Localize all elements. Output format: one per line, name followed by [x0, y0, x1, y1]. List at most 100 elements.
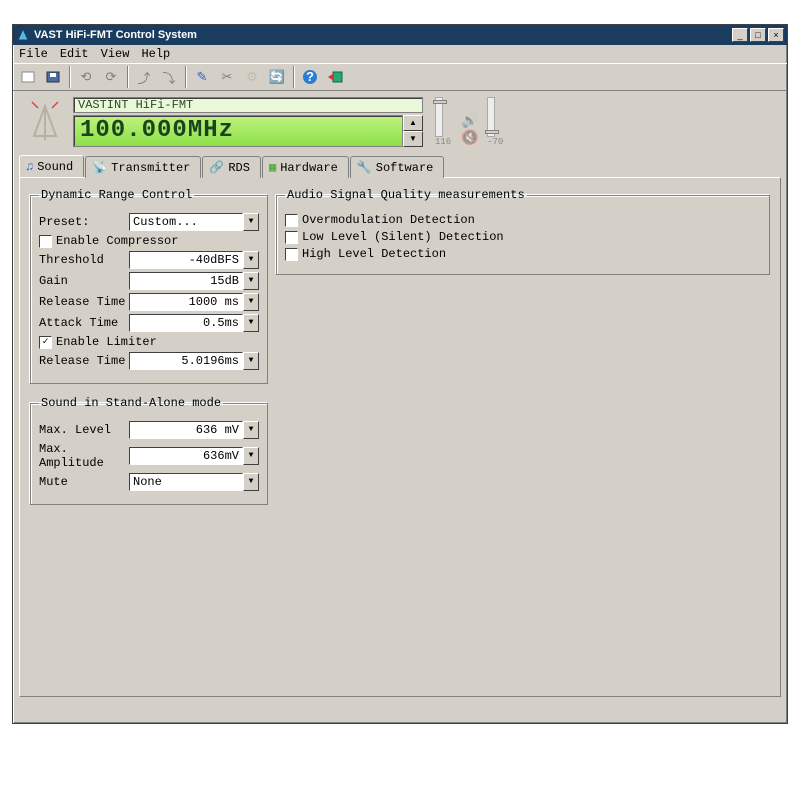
music-icon: ♫: [26, 160, 33, 174]
maxamp-label: Max. Amplitude: [39, 442, 129, 470]
gain-input[interactable]: 15dB ▼: [129, 272, 259, 290]
group-standalone: Sound in Stand-Alone mode Max. Level 636…: [30, 396, 268, 505]
menu-view[interactable]: View: [101, 47, 130, 61]
forward-icon[interactable]: ⟳: [100, 66, 122, 88]
app-icon: [16, 28, 30, 42]
menu-file[interactable]: File: [19, 47, 48, 61]
group-quality-title: Audio Signal Quality measurements: [285, 188, 527, 202]
dropdown-icon[interactable]: ▼: [243, 213, 259, 231]
maxlevel-input[interactable]: 636 mV ▼: [129, 421, 259, 439]
save-icon[interactable]: [42, 66, 64, 88]
maxamp-input[interactable]: 636mV ▼: [129, 447, 259, 465]
minimize-button[interactable]: _: [732, 28, 748, 42]
dropdown-icon[interactable]: ▼: [243, 447, 259, 465]
dropdown-icon[interactable]: ▼: [243, 272, 259, 290]
enable-limiter-checkbox[interactable]: ✓ Enable Limiter: [39, 335, 259, 349]
release1-label: Release Time: [39, 295, 129, 309]
exit-icon[interactable]: [324, 66, 346, 88]
attack-value: 0.5ms: [129, 314, 243, 332]
separator: [69, 66, 70, 88]
dropdown-icon[interactable]: ▼: [243, 473, 259, 491]
group-quality: Audio Signal Quality measurements Overmo…: [276, 188, 770, 275]
tab-transmitter[interactable]: 📡Transmitter: [85, 156, 201, 178]
mute-icon[interactable]: 🔇: [461, 130, 477, 147]
release2-value: 5.0196ms: [129, 352, 243, 370]
tool-icon[interactable]: ⚙: [241, 66, 263, 88]
freq-spinner[interactable]: ▲ ▼: [403, 115, 423, 147]
link-icon: 🔗: [209, 160, 224, 175]
lowlevel-label: Low Level (Silent) Detection: [302, 230, 504, 244]
group-standalone-title: Sound in Stand-Alone mode: [39, 396, 223, 410]
overmod-checkbox[interactable]: Overmodulation Detection: [285, 213, 761, 227]
tab-hardware-label: Hardware: [280, 161, 338, 175]
gain-label: Gain: [39, 274, 129, 288]
header-panel: VASTINT HiFi-FMT 100.000MHz ▲ ▼ 116 🔊 🔇 …: [13, 91, 787, 151]
freq-up-button[interactable]: ▲: [403, 115, 423, 131]
tab-content: Dynamic Range Control Preset: Custom... …: [19, 177, 781, 697]
close-button[interactable]: ×: [768, 28, 784, 42]
mute-select[interactable]: None ▼: [129, 473, 259, 491]
refresh-icon[interactable]: 🔄: [266, 66, 288, 88]
group-drc: Dynamic Range Control Preset: Custom... …: [30, 188, 268, 384]
lcd-display: VASTINT HiFi-FMT 100.000MHz ▲ ▼: [73, 97, 423, 147]
overmod-label: Overmodulation Detection: [302, 213, 475, 227]
volume-slider-left[interactable]: [435, 97, 443, 137]
threshold-input[interactable]: -40dBFS ▼: [129, 251, 259, 269]
dropdown-icon[interactable]: ▼: [243, 421, 259, 439]
attack-label: Attack Time: [39, 316, 129, 330]
tab-sound[interactable]: ♫ Sound: [19, 155, 84, 177]
dropdown-icon[interactable]: ▼: [243, 251, 259, 269]
enable-compressor-checkbox[interactable]: Enable Compressor: [39, 234, 259, 248]
disconnect-icon[interactable]: ✂: [216, 66, 238, 88]
dropdown-icon[interactable]: ▼: [243, 352, 259, 370]
volume-meters: 116 🔊 🔇 -70: [435, 97, 503, 147]
lcd-device-name: VASTINT HiFi-FMT: [73, 97, 423, 113]
checkbox-icon: [285, 248, 298, 261]
left-column: Dynamic Range Control Preset: Custom... …: [30, 188, 268, 517]
enable-compressor-label: Enable Compressor: [56, 234, 178, 248]
connect-icon[interactable]: ✎: [191, 66, 213, 88]
volume-slider-right[interactable]: [487, 97, 495, 137]
main-window: VAST HiFi-FMT Control System _ □ × File …: [12, 24, 788, 724]
attack-input[interactable]: 0.5ms ▼: [129, 314, 259, 332]
menu-edit[interactable]: Edit: [60, 47, 89, 61]
menu-bar: File Edit View Help: [13, 45, 787, 63]
tab-rds-label: RDS: [228, 161, 250, 175]
freq-down-button[interactable]: ▼: [403, 131, 423, 147]
download-icon[interactable]: ⤵: [158, 66, 180, 88]
help-icon[interactable]: ?: [299, 66, 321, 88]
tab-bar: ♫ Sound 📡Transmitter 🔗 RDS ▦Hardware 🔧Soft…: [19, 155, 781, 177]
release1-value: 1000 ms: [129, 293, 243, 311]
release2-label: Release Time: [39, 354, 129, 368]
highlevel-label: High Level Detection: [302, 247, 446, 261]
speaker-icon: 🔊: [461, 113, 477, 130]
upload-icon[interactable]: ⤴: [133, 66, 155, 88]
preset-select[interactable]: Custom... ▼: [129, 213, 259, 231]
tab-software[interactable]: 🔧Software: [350, 156, 445, 178]
separator: [185, 66, 186, 88]
threshold-label: Threshold: [39, 253, 129, 267]
meter-left-value: 116: [435, 137, 451, 147]
dropdown-icon[interactable]: ▼: [243, 293, 259, 311]
back-icon[interactable]: ⟲: [75, 66, 97, 88]
release1-input[interactable]: 1000 ms ▼: [129, 293, 259, 311]
toolbar: ⟲ ⟳ ⤴ ⤵ ✎ ✂ ⚙ 🔄 ?: [13, 63, 787, 91]
lowlevel-checkbox[interactable]: Low Level (Silent) Detection: [285, 230, 761, 244]
window-title: VAST HiFi-FMT Control System: [34, 29, 730, 41]
highlevel-checkbox[interactable]: High Level Detection: [285, 247, 761, 261]
release2-input[interactable]: 5.0196ms ▼: [129, 352, 259, 370]
antenna-small-icon: 📡: [92, 160, 107, 175]
maximize-button[interactable]: □: [750, 28, 766, 42]
new-icon[interactable]: [17, 66, 39, 88]
meter-right-value: -70: [487, 137, 503, 147]
checkbox-icon: ✓: [39, 336, 52, 349]
tab-sound-label: Sound: [37, 160, 73, 174]
tab-rds[interactable]: 🔗 RDS: [202, 156, 261, 178]
enable-limiter-label: Enable Limiter: [56, 335, 157, 349]
menu-help[interactable]: Help: [141, 47, 170, 61]
tab-hardware[interactable]: ▦Hardware: [262, 156, 349, 178]
separator: [127, 66, 128, 88]
tab-software-label: Software: [376, 161, 434, 175]
threshold-value: -40dBFS: [129, 251, 243, 269]
dropdown-icon[interactable]: ▼: [243, 314, 259, 332]
